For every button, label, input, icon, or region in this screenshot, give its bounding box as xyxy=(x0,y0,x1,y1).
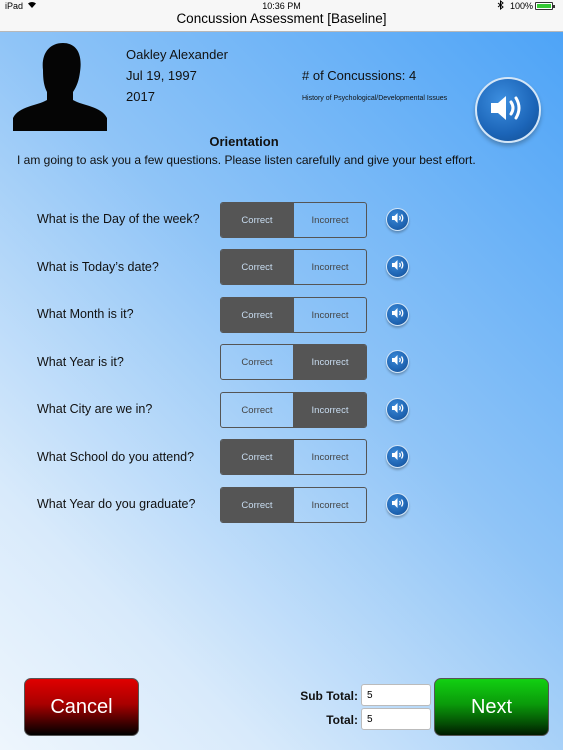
subtotal-label: Sub Total: xyxy=(300,689,358,703)
next-button[interactable]: Next xyxy=(434,678,549,736)
incorrect-option[interactable]: Incorrect xyxy=(293,250,366,284)
answer-segmented-control[interactable]: Correct Incorrect xyxy=(220,439,367,475)
correct-option[interactable]: Correct xyxy=(221,250,293,284)
speaker-icon xyxy=(391,448,405,466)
speaker-icon xyxy=(391,211,405,229)
subtotal-field[interactable]: 5 xyxy=(361,684,431,706)
battery-icon xyxy=(535,2,555,10)
incorrect-option[interactable]: Incorrect xyxy=(293,298,366,332)
instructions-text: I am going to ask you a few questions. P… xyxy=(17,153,476,167)
question-label: What Year do you graduate? xyxy=(37,497,196,511)
correct-option[interactable]: Correct xyxy=(221,298,293,332)
play-question-button[interactable] xyxy=(386,493,409,516)
incorrect-option[interactable]: Incorrect xyxy=(293,440,366,474)
answer-segmented-control[interactable]: Correct Incorrect xyxy=(220,487,367,523)
total-field[interactable]: 5 xyxy=(361,708,431,730)
answer-segmented-control[interactable]: Correct Incorrect xyxy=(220,202,367,238)
play-question-button[interactable] xyxy=(386,350,409,373)
athlete-name: Oakley Alexander xyxy=(126,47,228,62)
correct-option[interactable]: Correct xyxy=(221,440,293,474)
incorrect-option[interactable]: Incorrect xyxy=(293,488,366,522)
speaker-icon xyxy=(391,258,405,276)
history-label: History of Psychological/Developmental I… xyxy=(302,95,448,102)
speaker-icon xyxy=(391,401,405,419)
navigation-bar: iPad 10:36 PM 100% Concussion Assessment… xyxy=(0,0,563,32)
play-question-button[interactable] xyxy=(386,398,409,421)
correct-option[interactable]: Correct xyxy=(221,393,293,427)
athlete-dob: Jul 19, 1997 xyxy=(126,68,197,83)
incorrect-option[interactable]: Incorrect xyxy=(293,345,366,379)
page-title: Concussion Assessment [Baseline] xyxy=(176,11,387,26)
athlete-year: 2017 xyxy=(126,89,155,104)
play-question-button[interactable] xyxy=(386,445,409,468)
question-label: What Month is it? xyxy=(37,307,134,321)
avatar xyxy=(13,40,107,131)
answer-segmented-control[interactable]: Correct Incorrect xyxy=(220,297,367,333)
battery-percent: 100% xyxy=(510,1,534,11)
answer-segmented-control[interactable]: Correct Incorrect xyxy=(220,344,367,380)
question-label: What is the Day of the week? xyxy=(37,212,200,226)
incorrect-option[interactable]: Incorrect xyxy=(293,393,366,427)
correct-option[interactable]: Correct xyxy=(221,345,293,379)
speaker-icon xyxy=(489,93,527,128)
answer-segmented-control[interactable]: Correct Incorrect xyxy=(220,392,367,428)
question-label: What is Today’s date? xyxy=(37,260,159,274)
status-time: 10:36 PM xyxy=(262,1,301,11)
answer-segmented-control[interactable]: Correct Incorrect xyxy=(220,249,367,285)
speaker-icon xyxy=(391,306,405,324)
total-label: Total: xyxy=(326,713,358,727)
concussion-count: # of Concussions: 4 xyxy=(302,68,417,83)
play-question-button[interactable] xyxy=(386,208,409,231)
question-label: What Year is it? xyxy=(37,355,124,369)
speaker-icon xyxy=(391,496,405,514)
correct-option[interactable]: Correct xyxy=(221,488,293,522)
incorrect-option[interactable]: Incorrect xyxy=(293,203,366,237)
play-question-button[interactable] xyxy=(386,255,409,278)
section-title: Orientation xyxy=(209,134,279,149)
play-question-button[interactable] xyxy=(386,303,409,326)
question-label: What School do you attend? xyxy=(37,450,195,464)
speaker-icon xyxy=(391,353,405,371)
status-bar: iPad 10:36 PM 100% xyxy=(0,0,563,11)
cancel-button[interactable]: Cancel xyxy=(24,678,139,736)
correct-option[interactable]: Correct xyxy=(221,203,293,237)
question-label: What City are we in? xyxy=(37,402,153,416)
